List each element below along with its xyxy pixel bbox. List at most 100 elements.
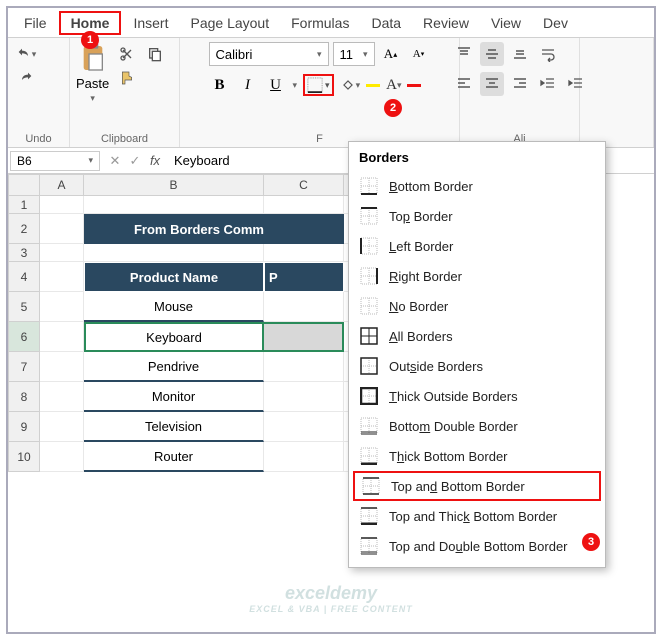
underline-button[interactable]: U: [265, 74, 287, 96]
menu-item-label: Top and Thick Bottom Border: [389, 509, 557, 524]
decrease-indent-button[interactable]: [536, 72, 560, 96]
name-box-value: B6: [17, 154, 32, 168]
tab-file[interactable]: File: [14, 11, 57, 35]
menu-item-label: Top Border: [389, 209, 453, 224]
callout-3: 3: [582, 533, 600, 551]
row-header[interactable]: 2: [8, 214, 40, 244]
col-header-b[interactable]: B: [84, 174, 264, 196]
ribbon: ▾ Undo Paste▾ Clipboard: [8, 38, 654, 148]
menu-item-label: All Borders: [389, 329, 453, 344]
borders-menu-item[interactable]: Thick Bottom Border: [349, 441, 605, 471]
border-type-icon: [359, 266, 379, 286]
border-type-icon: [359, 506, 379, 526]
fx-icon[interactable]: fx: [146, 153, 164, 168]
row-header[interactable]: 4: [8, 262, 40, 292]
name-box[interactable]: B6▾: [10, 151, 100, 171]
tab-data[interactable]: Data: [361, 11, 411, 35]
tab-formulas[interactable]: Formulas: [281, 11, 359, 35]
wrap-text-button[interactable]: [536, 42, 560, 66]
menu-item-label: Bottom Border: [389, 179, 473, 194]
align-middle-button[interactable]: [480, 42, 504, 66]
callout-2: 2: [384, 99, 402, 117]
select-all-corner[interactable]: [8, 174, 40, 196]
align-left-button[interactable]: [452, 72, 476, 96]
font-size-select[interactable]: 11▾: [333, 42, 375, 66]
dropdown-title: Borders: [349, 146, 605, 171]
align-bottom-button[interactable]: [508, 42, 532, 66]
active-cell[interactable]: Keyboard: [84, 322, 264, 352]
menu-item-label: Outside Borders: [389, 359, 483, 374]
row-header[interactable]: 1: [8, 196, 40, 214]
paste-button[interactable]: Paste▾: [76, 42, 109, 104]
border-type-icon: [361, 476, 381, 496]
borders-menu-item[interactable]: Top and Double Bottom Border: [349, 531, 605, 561]
align-center-button[interactable]: [480, 72, 504, 96]
cut-button[interactable]: [115, 42, 139, 66]
undo-button[interactable]: ▾: [14, 42, 38, 66]
cancel-formula-icon[interactable]: ✕: [106, 153, 124, 169]
borders-dropdown-menu: Borders Bottom Border Top Border Left Bord…: [348, 141, 606, 568]
borders-menu-item[interactable]: Bottom Border: [349, 171, 605, 201]
formula-input[interactable]: Keyboard: [168, 153, 236, 168]
borders-menu-item[interactable]: Thick Outside Borders: [349, 381, 605, 411]
table-cell[interactable]: Monitor: [84, 382, 264, 412]
row-header[interactable]: 10: [8, 442, 40, 472]
borders-menu-item[interactable]: Left Border: [349, 231, 605, 261]
row-header[interactable]: 7: [8, 352, 40, 382]
redo-button[interactable]: [14, 66, 38, 90]
borders-menu-item[interactable]: Outside Borders: [349, 351, 605, 381]
row-header[interactable]: 8: [8, 382, 40, 412]
border-type-icon: [359, 536, 379, 556]
font-name-value: Calibri: [216, 47, 253, 62]
font-name-select[interactable]: Calibri▾: [209, 42, 329, 66]
menu-item-label: Thick Outside Borders: [389, 389, 518, 404]
italic-button[interactable]: I: [237, 74, 259, 96]
row-header[interactable]: 5: [8, 292, 40, 322]
title-cell[interactable]: From Borders Comm: [84, 214, 264, 244]
borders-menu-item[interactable]: Bottom Double Border: [349, 411, 605, 441]
selected-cell[interactable]: [264, 322, 344, 352]
borders-menu-item[interactable]: Top and Bottom Border: [353, 471, 601, 501]
table-cell[interactable]: Television: [84, 412, 264, 442]
ribbon-tabs: File Home Insert Page Layout Formulas Da…: [8, 8, 654, 38]
bold-button[interactable]: B: [209, 74, 231, 96]
border-type-icon: [359, 416, 379, 436]
table-cell[interactable]: Pendrive: [84, 352, 264, 382]
table-header[interactable]: P: [264, 262, 344, 292]
table-header[interactable]: Product Name: [84, 262, 264, 292]
shrink-font-button[interactable]: A▾: [407, 42, 431, 66]
tab-review[interactable]: Review: [413, 11, 479, 35]
tab-page-layout[interactable]: Page Layout: [180, 11, 279, 35]
borders-dropdown-button[interactable]: ▾: [303, 74, 334, 96]
fill-color-button[interactable]: ▾: [340, 78, 361, 92]
borders-menu-item[interactable]: Top and Thick Bottom Border: [349, 501, 605, 531]
menu-item-label: Top and Bottom Border: [391, 479, 525, 494]
row-header[interactable]: 9: [8, 412, 40, 442]
align-top-button[interactable]: [452, 42, 476, 66]
col-header-c[interactable]: C: [264, 174, 344, 196]
accept-formula-icon[interactable]: ✓: [126, 153, 144, 169]
copy-button[interactable]: [143, 42, 167, 66]
tab-view[interactable]: View: [481, 11, 531, 35]
row-header[interactable]: 3: [8, 244, 40, 262]
table-cell[interactable]: Router: [84, 442, 264, 472]
grow-font-button[interactable]: A▴: [379, 42, 403, 66]
borders-menu-item[interactable]: Top Border: [349, 201, 605, 231]
align-right-button[interactable]: [508, 72, 532, 96]
group-label-undo: Undo: [25, 131, 51, 145]
borders-menu-item[interactable]: Right Border: [349, 261, 605, 291]
col-header-a[interactable]: A: [40, 174, 84, 196]
font-color-button[interactable]: A▾: [386, 77, 401, 94]
borders-menu-item[interactable]: No Border: [349, 291, 605, 321]
border-type-icon: [359, 356, 379, 376]
tab-dev[interactable]: Dev: [533, 11, 578, 35]
group-font: Calibri▾ 11▾ A▴ A▾ B I U▾ ▾ ▾ A▾: [180, 38, 460, 147]
paste-label: Paste: [76, 76, 109, 91]
borders-menu-item[interactable]: All Borders: [349, 321, 605, 351]
font-color-swatch: [407, 84, 421, 87]
format-painter-button[interactable]: [115, 66, 139, 90]
row-header[interactable]: 6: [8, 322, 40, 352]
group-end: [580, 38, 654, 147]
table-cell[interactable]: Mouse: [84, 292, 264, 322]
tab-insert[interactable]: Insert: [123, 11, 178, 35]
